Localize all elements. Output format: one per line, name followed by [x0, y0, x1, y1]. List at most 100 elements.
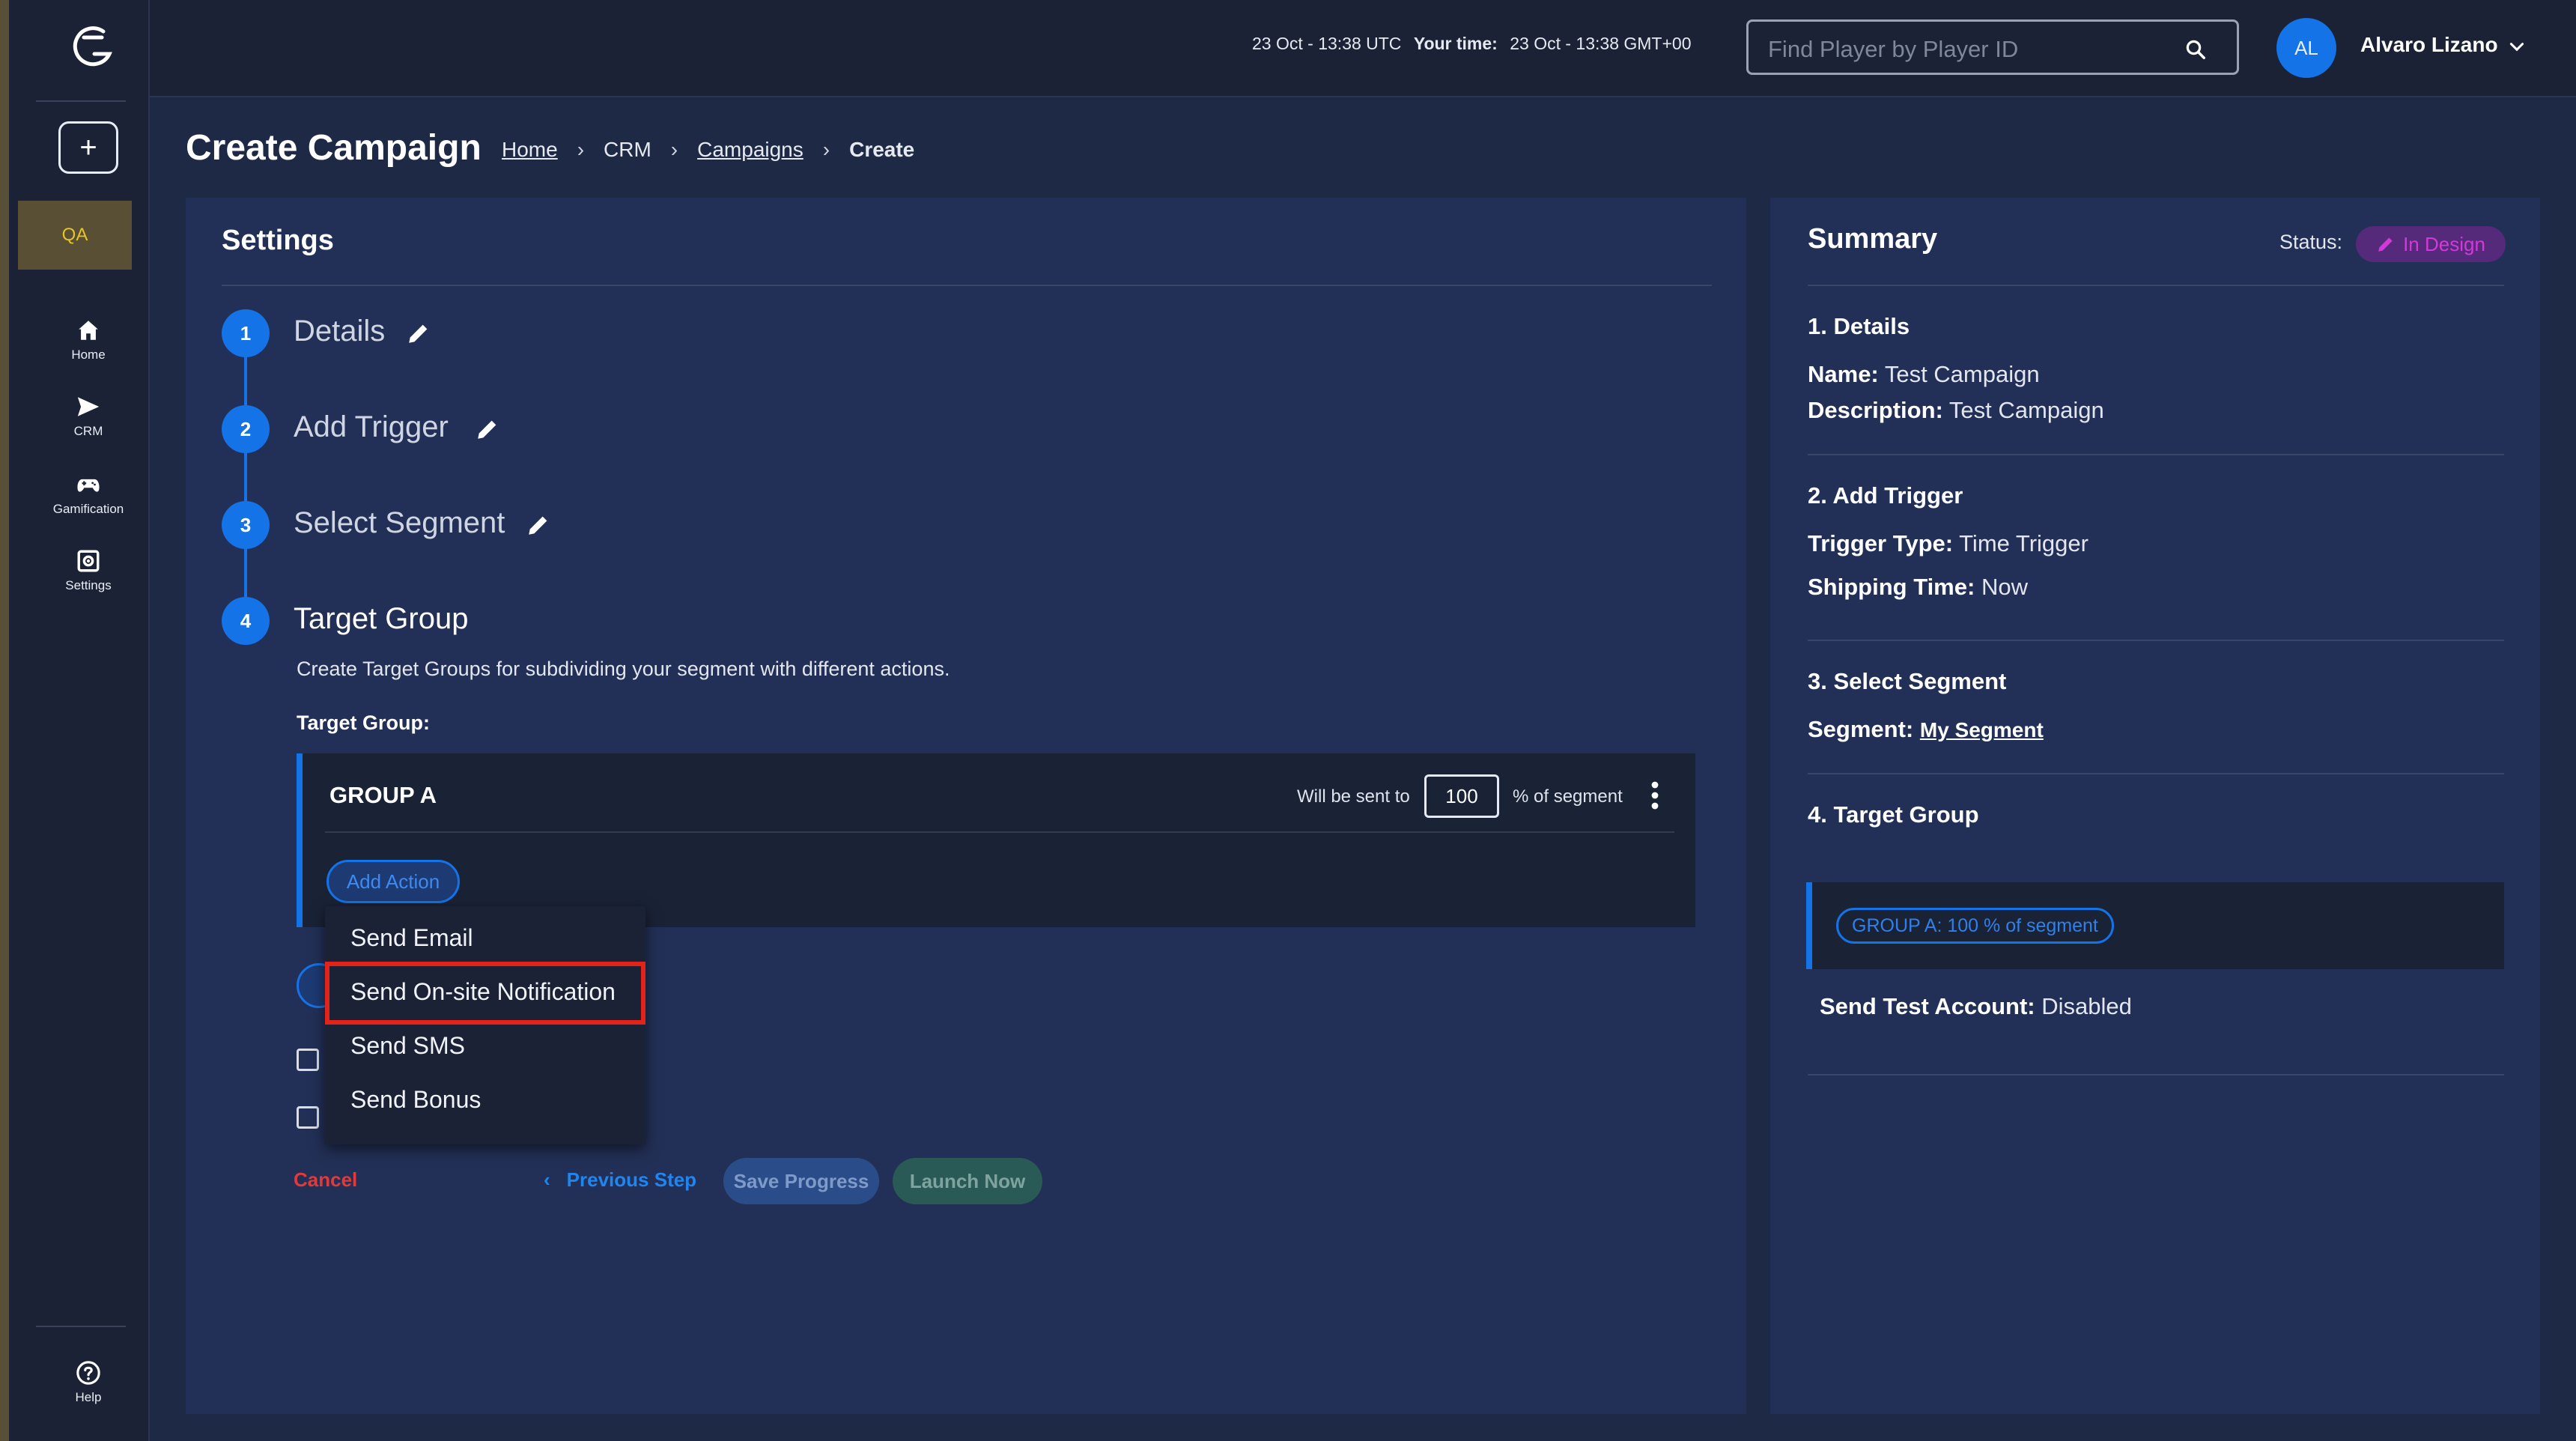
status-value: In Design: [2403, 232, 2485, 255]
summary-title: Summary: [1808, 223, 1938, 255]
cancel-button[interactable]: Cancel: [294, 1168, 357, 1192]
breadcrumb-current: Create: [849, 138, 915, 161]
sidebar-item-crm[interactable]: CRM: [25, 394, 151, 439]
summary-description-row: Description: Test Campaign: [1808, 397, 2104, 424]
launch-now-button[interactable]: Launch Now: [893, 1158, 1042, 1204]
avatar[interactable]: AL: [2276, 18, 2336, 78]
sidebar-item-label: Home: [71, 348, 106, 362]
environment-edge-strip: [0, 0, 9, 1441]
step-2-indicator: 2: [222, 405, 270, 453]
sidebar-item-home[interactable]: Home: [25, 318, 151, 362]
search-placeholder: Find Player by Player ID: [1768, 36, 2019, 62]
create-new-button[interactable]: +: [58, 121, 118, 174]
group-name: GROUP A: [329, 782, 437, 808]
time-display: 23 Oct - 13:38 UTC Your time: 23 Oct - 1…: [1252, 34, 1692, 54]
summary-segment-heading: 3. Select Segment: [1808, 668, 2007, 694]
menu-item-send-bonus[interactable]: Send Bonus: [350, 1086, 481, 1114]
test-account-label: Send Test Account:: [1820, 993, 2035, 1019]
edit-pencil-icon[interactable]: [406, 321, 431, 346]
sent-to-label: Will be sent to: [1297, 786, 1410, 807]
sidebar-divider: [36, 100, 126, 102]
step-3-indicator: 3: [222, 501, 270, 549]
step-1-indicator: 1: [222, 309, 270, 357]
breadcrumb: Home › CRM › Campaigns › Create: [502, 138, 914, 162]
trigger-type-label: Trigger Type:: [1808, 530, 1954, 556]
summary-target-heading: 4. Target Group: [1808, 801, 1979, 828]
percent-suffix-label: % of segment: [1513, 786, 1623, 807]
sidebar-item-settings[interactable]: Settings: [25, 548, 151, 593]
chevron-down-icon[interactable]: [2507, 37, 2527, 57]
plus-icon: +: [79, 130, 97, 164]
summary-details-heading: 1. Details: [1808, 313, 1910, 339]
summary-segment-row: Segment: My Segment: [1808, 716, 2044, 743]
name-label: Name:: [1808, 361, 1879, 387]
environment-label: QA: [61, 225, 88, 245]
summary-trigger-type-row: Trigger Type: Time Trigger: [1808, 530, 2089, 557]
sidebar-item-label: Help: [75, 1390, 102, 1404]
your-time-label: Your time:: [1413, 34, 1498, 53]
chevron-right-icon: ›: [670, 138, 678, 161]
save-progress-button[interactable]: Save Progress: [723, 1158, 879, 1204]
summary-divider: [1808, 454, 2504, 455]
sidebar-item-label: Gamification: [52, 502, 124, 516]
segment-label: Segment:: [1808, 716, 1914, 742]
more-options-icon[interactable]: [1649, 780, 1661, 810]
description-label: Description:: [1808, 397, 1943, 423]
settings-icon: [77, 550, 100, 572]
shipping-value: Now: [1981, 574, 2028, 600]
step-4-label: Target Group: [294, 602, 469, 635]
pencil-icon: [2378, 237, 2393, 252]
search-icon[interactable]: [2184, 38, 2207, 61]
menu-item-send-sms[interactable]: Send SMS: [350, 1032, 465, 1060]
player-search-input[interactable]: Find Player by Player ID: [1746, 19, 2239, 75]
summary-divider: [1808, 640, 2504, 641]
stepper-line: [244, 334, 247, 619]
summary-name-row: Name: Test Campaign: [1808, 361, 2040, 388]
status-badge: In Design: [2356, 226, 2506, 262]
name-value: Test Campaign: [1884, 361, 2040, 387]
target-group-label: Target Group:: [297, 712, 430, 734]
add-action-button[interactable]: Add Action: [326, 860, 460, 903]
trigger-type-value: Time Trigger: [1959, 530, 2089, 556]
menu-item-send-email[interactable]: Send Email: [350, 924, 473, 952]
gamepad-icon: [77, 479, 100, 492]
sidebar-item-help[interactable]: Help: [25, 1360, 151, 1405]
summary-divider: [1808, 285, 2504, 286]
home-icon: [79, 321, 98, 340]
step-1-label: Details: [294, 315, 386, 348]
send-icon: [77, 397, 100, 416]
description-value: Test Campaign: [1948, 397, 2104, 423]
sidebar-divider: [36, 1326, 126, 1327]
chevron-right-icon: ›: [577, 138, 585, 161]
segment-percent-input[interactable]: 100: [1424, 774, 1499, 818]
group-card: GROUP A Will be sent to 100 % of segment…: [297, 753, 1695, 927]
app-logo-icon[interactable]: [67, 21, 121, 75]
edit-pencil-icon[interactable]: [526, 512, 551, 538]
breadcrumb-campaigns[interactable]: Campaigns: [697, 138, 804, 162]
environment-badge[interactable]: QA: [18, 201, 132, 270]
shipping-label: Shipping Time:: [1808, 574, 1975, 600]
server-time: 23 Oct - 13:38 UTC: [1252, 34, 1402, 53]
checkbox[interactable]: [297, 1049, 319, 1071]
your-time: 23 Oct - 13:38 GMT+00: [1510, 34, 1692, 53]
settings-divider: [222, 285, 1712, 286]
page-title: Create Campaign: [186, 128, 482, 168]
group-badge: GROUP A: 100 % of segment: [1836, 908, 2114, 944]
previous-step-button[interactable]: ‹ Previous Step: [544, 1168, 696, 1192]
sidebar: + QA Home CRM Gamification Settings Help: [9, 0, 150, 1441]
breadcrumb-crm: CRM: [604, 138, 651, 161]
summary-shipping-row: Shipping Time: Now: [1808, 574, 2028, 601]
step-3-label: Select Segment: [294, 506, 505, 539]
summary-divider: [1808, 1074, 2504, 1076]
edit-pencil-icon[interactable]: [475, 416, 500, 442]
top-bar: 23 Oct - 13:38 UTC Your time: 23 Oct - 1…: [150, 0, 2576, 97]
segment-link[interactable]: My Segment: [1920, 718, 2044, 741]
sidebar-item-gamification[interactable]: Gamification: [25, 472, 151, 517]
breadcrumb-home[interactable]: Home: [502, 138, 558, 162]
user-name[interactable]: Alvaro Lizano: [2360, 33, 2498, 57]
chevron-right-icon: ›: [822, 138, 830, 161]
settings-title: Settings: [222, 225, 334, 256]
test-account-row: Send Test Account: Disabled: [1820, 993, 2132, 1020]
status-label: Status:: [2279, 231, 2343, 253]
checkbox[interactable]: [297, 1106, 319, 1129]
